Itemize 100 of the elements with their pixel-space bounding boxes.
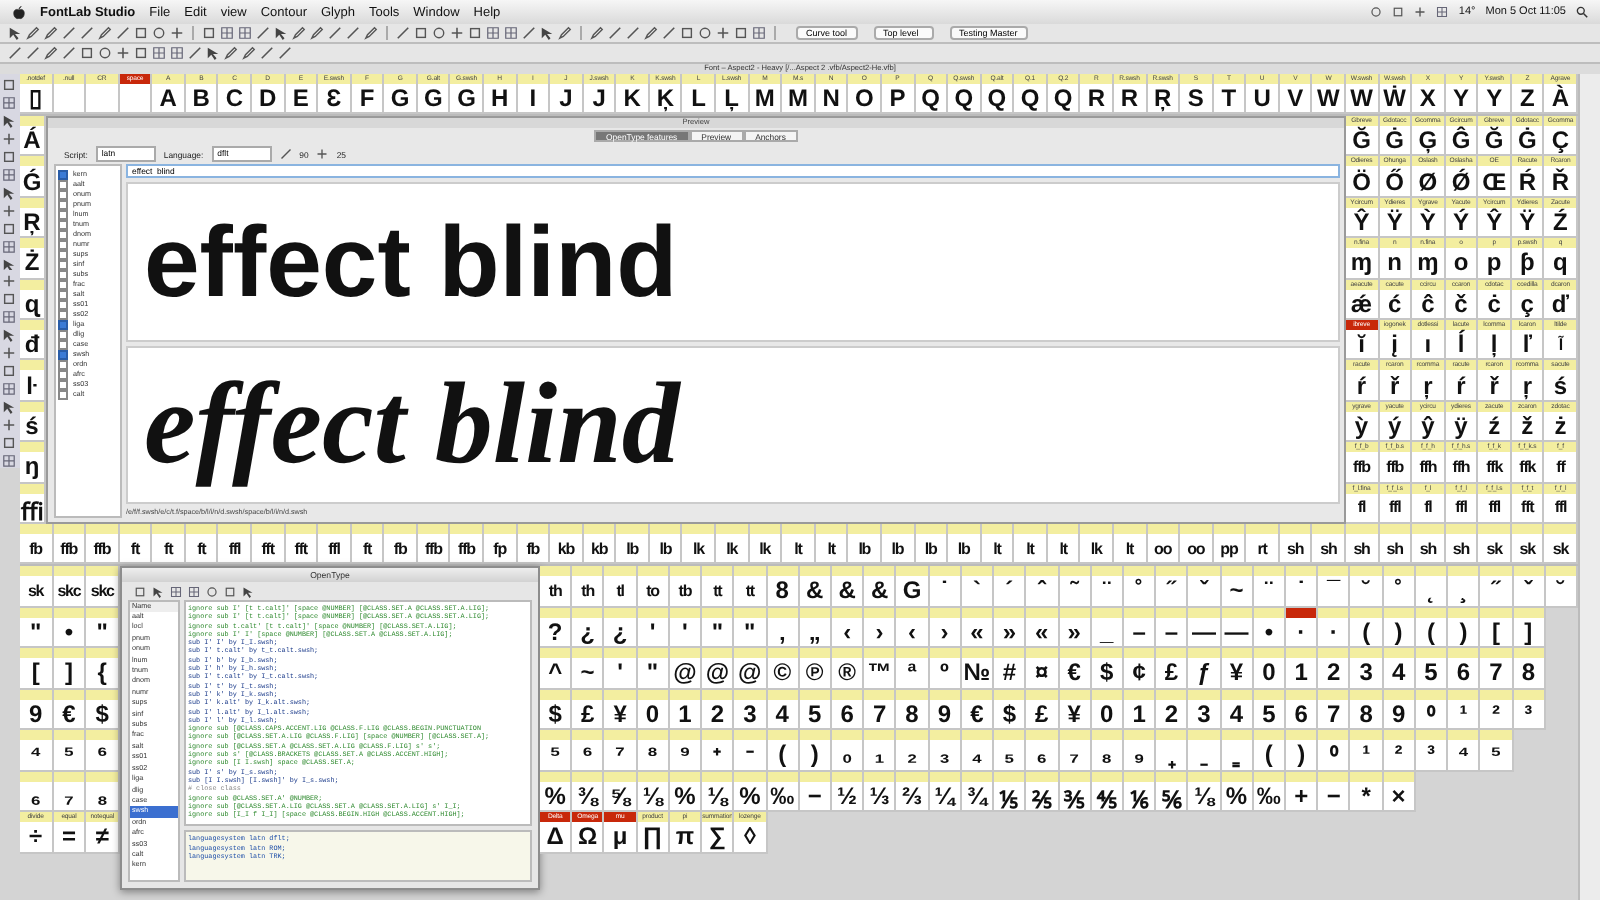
grid-icon[interactable] [2,310,17,325]
glyph-cell[interactable]: ffb [417,524,451,564]
glyph-cell[interactable]: ˚ [1123,566,1157,607]
glyph-cell[interactable]: ft [351,524,385,564]
glyph-cell[interactable]: # [994,648,1027,689]
line-icon[interactable] [626,26,640,40]
glyph-cell[interactable]: skc [86,566,120,607]
scroll-bar[interactable] [1578,74,1600,900]
grid-icon[interactable] [170,46,184,60]
glyph-cell[interactable]: rt [1246,524,1280,564]
glyph-cell[interactable]: sk [19,566,54,607]
glyph-cell[interactable]: kb [550,524,584,564]
glyph-cell[interactable]: 0 [1253,648,1287,689]
glyph-cell[interactable]: 2 [702,689,735,730]
glyph-cell[interactable]: tl [604,566,638,607]
plus-icon[interactable] [170,26,184,40]
square-icon[interactable] [2,436,17,451]
glyph-cell[interactable]: ¨ [1091,566,1124,607]
glyph-cell[interactable]: sh [1412,524,1446,564]
glyph-cell[interactable]: fb [517,524,551,564]
glyph-cell[interactable]: ) [1286,730,1319,771]
glyph-cell[interactable]: @ [702,648,735,689]
glyph-cell[interactable]: 3 [734,689,768,730]
glyph-cell[interactable]: ˝ [1480,566,1514,607]
glyph-cell[interactable]: fft [252,524,286,564]
checkbox[interactable] [57,389,69,401]
square-icon[interactable] [2,221,17,236]
line-icon[interactable] [522,26,536,40]
glyph-cell[interactable]: th [539,566,573,607]
grid-icon[interactable] [152,46,166,60]
plus-icon[interactable] [2,203,17,218]
circle-icon[interactable] [432,26,446,40]
glyph-cell[interactable]: ⁵ [53,730,87,771]
glyph-cell[interactable]: ƒ [1188,648,1222,689]
circle-icon[interactable] [205,585,218,597]
plus-icon[interactable] [2,274,17,289]
glyph-cell[interactable]: ₇ [1059,730,1092,771]
glyph-cell[interactable]: kb [583,524,617,564]
line-icon[interactable] [608,26,622,40]
square-icon[interactable] [134,46,148,60]
line-icon[interactable] [346,26,360,40]
glyph-cell[interactable]: ⅔ [896,771,930,812]
pen-icon[interactable] [644,26,658,40]
line-icon[interactable] [662,26,676,40]
glyph-cell[interactable]: lk [682,524,717,564]
glyph-cell[interactable]: tt [702,566,735,607]
line-icon[interactable] [256,26,270,40]
glyph-cell[interactable]: ₁ [864,730,897,771]
glyph-cell[interactable]: lt [1014,524,1048,564]
plus-icon[interactable] [316,148,329,160]
glyph-cell[interactable]: * [1350,771,1384,812]
glyph-cell[interactable]: pp [1213,524,1247,564]
glyph-cell[interactable]: ⁻ [734,730,768,771]
glyph-cell[interactable]: › [864,607,897,648]
glyph-cell[interactable]: " [637,648,670,689]
arrow-icon[interactable] [241,585,254,597]
glyph-cell[interactable]: ˙ [1286,566,1319,607]
glyph-cell[interactable]: lb [616,524,650,564]
glyph-cell[interactable]: " [19,607,54,648]
glyph-cell[interactable]: tt [734,566,768,607]
glyph-cell[interactable]: ⁶ [86,730,120,771]
glyph-cell[interactable]: ¿ [572,607,605,648]
line-icon[interactable] [80,26,94,40]
glyph-cell[interactable]: 5 [1415,648,1449,689]
square-icon[interactable] [134,26,148,40]
glyph-cell[interactable]: ² [1383,730,1416,771]
glyph-cell[interactable]: 6 [1448,648,1481,689]
square-icon[interactable] [734,26,748,40]
glyph-cell[interactable]: ™ [864,648,897,689]
glyph-cell[interactable]: ⁷ [604,730,638,771]
glyph-cell[interactable]: 7 [1480,648,1514,689]
glyph-cell[interactable]: 4 [1383,648,1416,689]
pen-icon[interactable] [558,26,572,40]
glyph-cell[interactable]: ⁹ [669,730,703,771]
glyph-cell[interactable]: ˛ [1415,566,1449,607]
glyph-cell[interactable]: ¤ [1026,648,1059,689]
arrow-icon[interactable] [2,400,17,415]
arrow-icon[interactable] [151,585,164,597]
pen-icon[interactable] [364,26,378,40]
glyph-cell[interactable]: ₈ [86,771,120,812]
glyph-cell[interactable]: tb [669,566,703,607]
glyph-cell[interactable]: lt [1113,524,1148,564]
glyph-cell[interactable]: Ǵ [19,156,46,198]
glyph-cell[interactable]: ffl [218,524,252,564]
circle-icon[interactable] [98,46,112,60]
plus-icon[interactable] [450,26,464,40]
glyph-cell[interactable]: ^ [539,648,573,689]
plus-icon[interactable] [716,26,730,40]
glyph-cell[interactable]: 9 [19,689,54,730]
glyph-cell[interactable]: @ [669,648,703,689]
line-icon[interactable] [8,46,22,60]
glyph-cell[interactable]: sk [1511,524,1545,564]
glyph-cell[interactable]: ₅ [994,730,1027,771]
glyph-cell[interactable]: ⁴ [19,730,54,771]
glyph-cell[interactable]: ³ [1415,730,1449,771]
glyph-cell[interactable]: ¹ [1350,730,1384,771]
plus-icon[interactable] [2,418,17,433]
glyph-cell[interactable]: " [702,607,735,648]
glyph-cell[interactable]: ( [1350,607,1384,648]
glyph-cell[interactable]: ' [604,648,638,689]
